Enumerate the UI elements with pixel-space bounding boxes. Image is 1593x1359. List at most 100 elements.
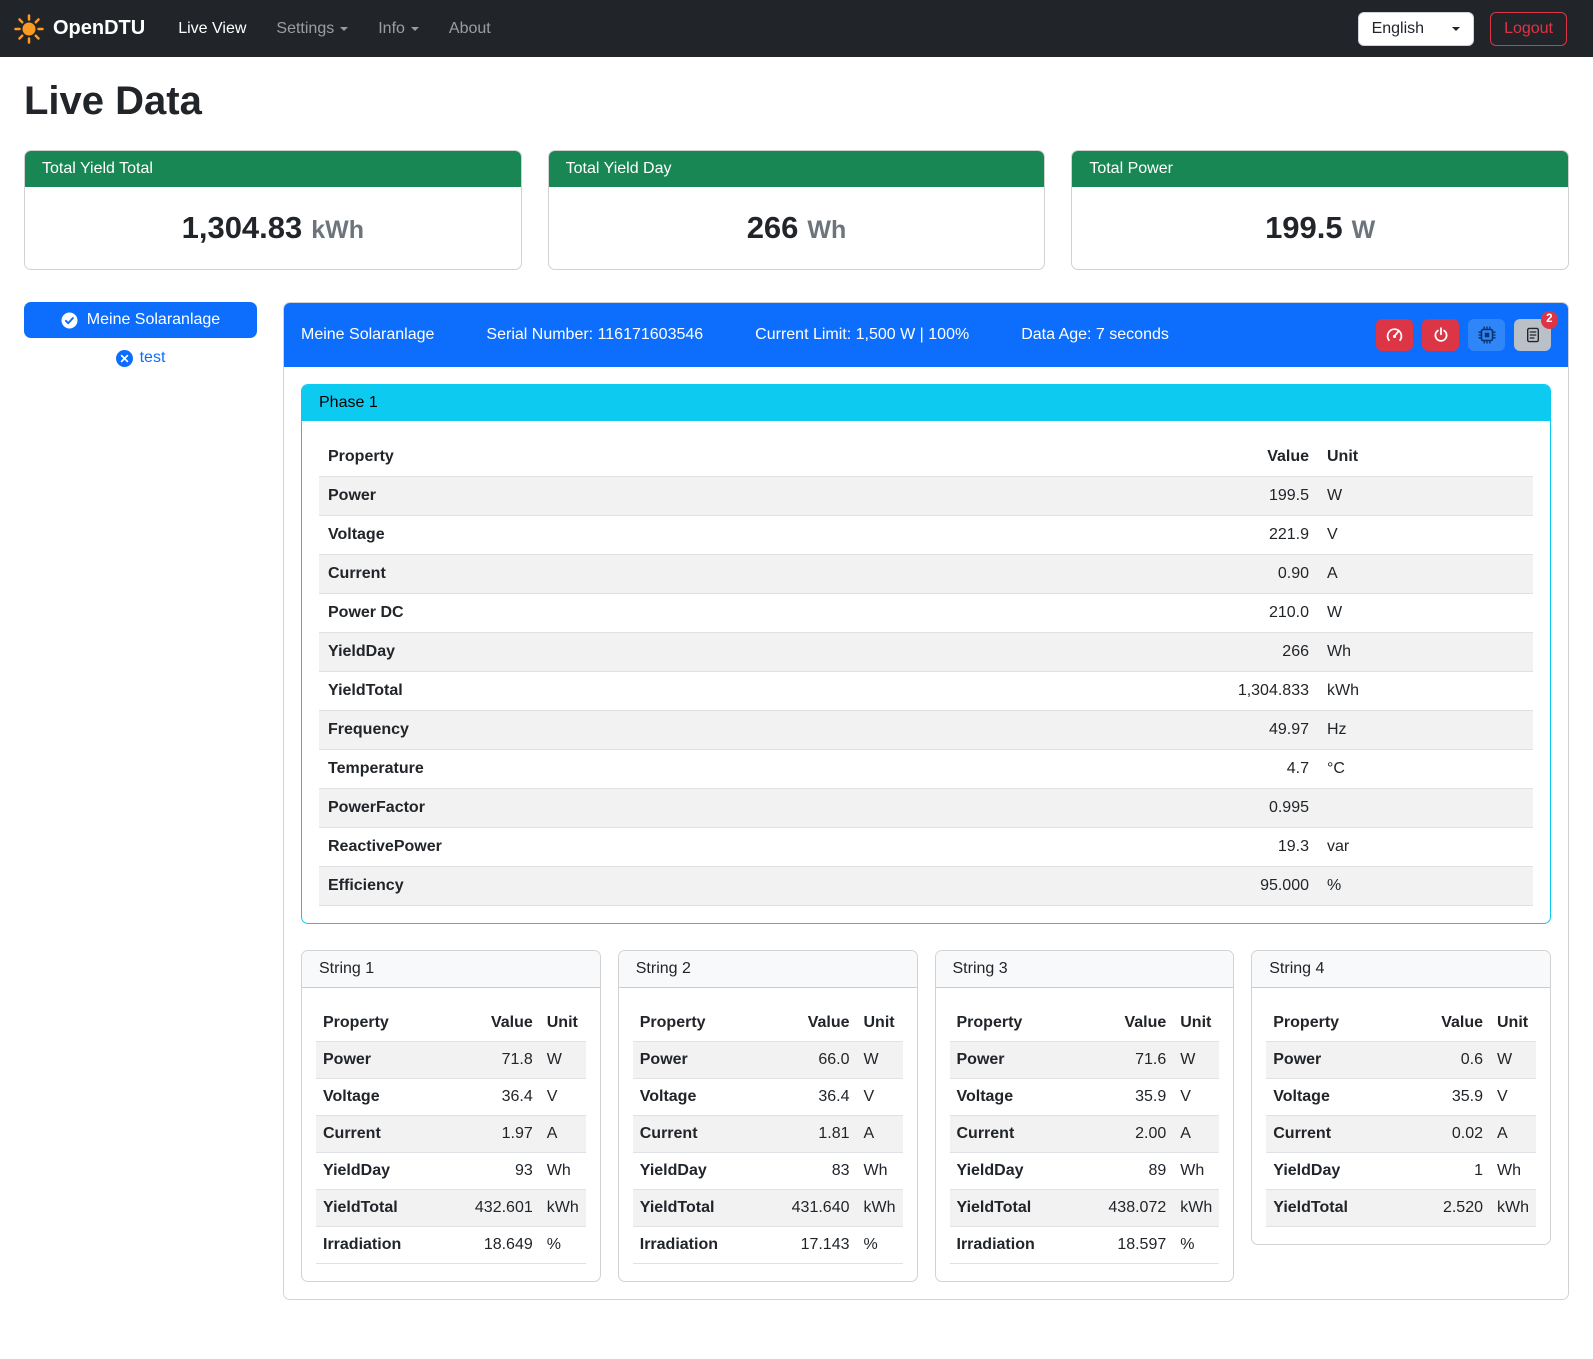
property-value: 17.143 [759,1227,857,1264]
language-select[interactable]: English [1358,12,1474,46]
logout-button[interactable]: Logout [1490,12,1567,46]
device-info-button[interactable] [1468,319,1505,351]
property-name: Current [633,1116,759,1153]
main-container: Live Data Total Yield Total 1,304.83 kWh… [0,57,1593,1324]
limit-settings-button[interactable] [1376,319,1413,351]
cpu-icon [1478,326,1496,344]
chevron-down-icon [340,27,348,31]
table-header-row: Property Value Unit [950,1005,1220,1042]
property-name: Power [316,1042,442,1079]
phase-table: Property Value Unit Power 199.5 [319,438,1533,906]
property-value: 1.81 [759,1116,857,1153]
property-unit: % [1173,1227,1219,1264]
table-row: Efficiency 95.000 % [319,867,1533,906]
property-name: Current [950,1116,1076,1153]
property-name: Voltage [950,1079,1076,1116]
property-unit: A [857,1116,903,1153]
power-icon [1433,327,1449,343]
table-row: Frequency 49.97 Hz [319,711,1533,750]
column-header-value: Value [759,1005,857,1042]
table-row: Current 1.81 A [633,1116,903,1153]
nav-link-settings[interactable]: Settings [261,12,363,46]
property-name: Current [316,1116,442,1153]
table-row: Temperature 4.7 °C [319,750,1533,789]
property-unit: V [1490,1079,1536,1116]
property-unit: Wh [1173,1153,1219,1190]
page-title: Live Data [24,79,1569,124]
event-count-badge: 2 [1541,311,1558,329]
nav-link-live-view[interactable]: Live View [163,12,261,46]
property-value: 221.9 [1138,516,1318,555]
nav-link-label: About [449,20,491,38]
inverter-serial: Serial Number: 116171603546 [486,326,703,344]
property-name: Current [1266,1116,1403,1153]
property-value: 35.9 [1404,1079,1490,1116]
table-row: Voltage 36.4 V [633,1079,903,1116]
string-card-body: Property Value Unit Power 66 [619,988,917,1281]
property-value: 66.0 [759,1042,857,1079]
summary-card-title: Total Yield Day [549,151,1045,187]
property-value: 93 [442,1153,540,1190]
table-row: YieldTotal 431.640 kWh [633,1190,903,1227]
property-name: Voltage [316,1079,442,1116]
table-row: YieldDay 93 Wh [316,1153,586,1190]
column-header-unit: Unit [540,1005,586,1042]
property-name: Power [633,1042,759,1079]
property-value: 83 [759,1153,857,1190]
property-unit: A [540,1116,586,1153]
property-value: 1 [1404,1153,1490,1190]
summary-unit: kWh [311,216,364,245]
property-unit: A [1490,1116,1536,1153]
table-row: Irradiation 18.597 % [950,1227,1220,1264]
property-unit: Wh [1490,1153,1536,1190]
property-unit: Wh [1318,633,1533,672]
property-value: 4.7 [1138,750,1318,789]
event-log-button[interactable]: 2 [1514,319,1551,351]
property-value: 0.90 [1138,555,1318,594]
string-card-4: String 4 Property Value Unit [1251,950,1551,1245]
property-unit: kWh [540,1190,586,1227]
property-name: YieldDay [1266,1153,1403,1190]
inverter-secondary-label: test [140,349,166,367]
property-value: 95.000 [1138,867,1318,906]
power-button[interactable] [1422,319,1459,351]
string-card-3: String 3 Property Value Unit [935,950,1235,1282]
nav-link-about[interactable]: About [434,12,506,46]
inverter-panel-body: Phase 1 Property Value Unit [284,367,1568,1299]
property-unit: V [1173,1079,1219,1116]
column-header-unit: Unit [857,1005,903,1042]
property-name: YieldDay [633,1153,759,1190]
property-value: 2.520 [1404,1190,1490,1227]
property-unit: W [540,1042,586,1079]
inverter-secondary-link[interactable]: test [116,349,166,367]
property-name: Temperature [319,750,1138,789]
summary-card-body: 199.5 W [1072,187,1568,269]
property-name: YieldTotal [316,1190,442,1227]
phase-card-body: Property Value Unit Power 199.5 [302,421,1550,923]
property-unit: % [857,1227,903,1264]
property-name: YieldDay [950,1153,1076,1190]
property-value: 266 [1138,633,1318,672]
property-value: 210.0 [1138,594,1318,633]
property-unit: V [540,1079,586,1116]
nav-link-info[interactable]: Info [363,12,434,46]
inverter-select-button[interactable]: Meine Solaranlage [24,302,257,338]
table-row: YieldTotal 1,304.833 kWh [319,672,1533,711]
property-unit: A [1173,1116,1219,1153]
property-name: Power DC [319,594,1138,633]
table-row: YieldDay 89 Wh [950,1153,1220,1190]
table-row: Power 199.5 W [319,477,1533,516]
property-name: ReactivePower [319,828,1138,867]
brand[interactable]: OpenDTU [14,14,145,44]
column-header-property: Property [316,1005,442,1042]
string-card-body: Property Value Unit Power 71 [302,988,600,1281]
property-name: Irradiation [633,1227,759,1264]
property-name: YieldDay [316,1153,442,1190]
property-unit: % [540,1227,586,1264]
property-value: 35.9 [1075,1079,1173,1116]
property-unit: var [1318,828,1533,867]
table-header-row: Property Value Unit [316,1005,586,1042]
check-circle-icon [61,312,78,329]
table-row: YieldTotal 2.520 kWh [1266,1190,1536,1227]
string-table: Property Value Unit Power 66 [633,1005,903,1264]
